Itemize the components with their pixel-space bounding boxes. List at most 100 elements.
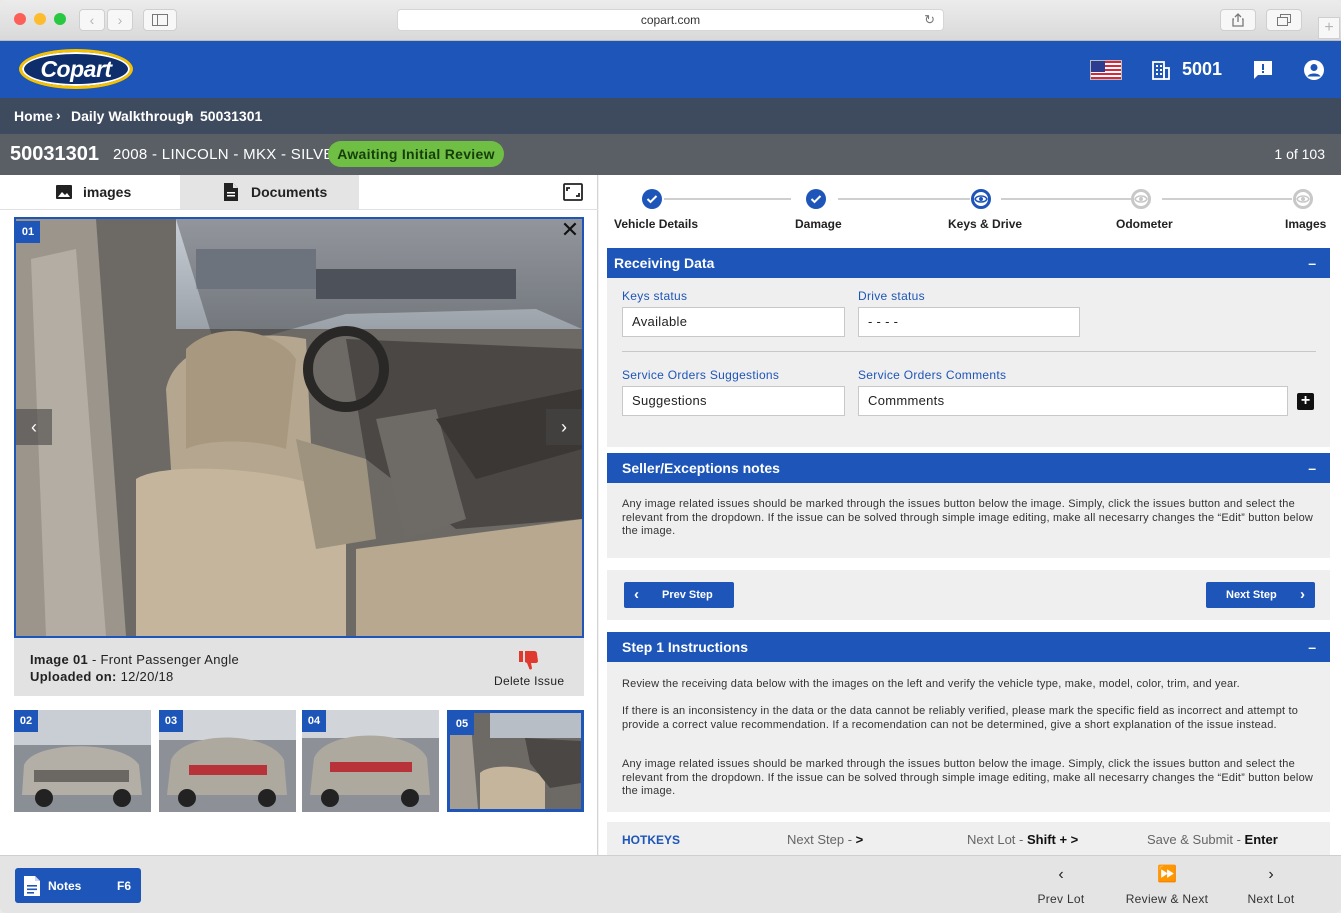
instructions-paragraph-3: Any image related issues should be marke… (622, 758, 1314, 797)
step-keys-drive-eye-icon[interactable] (971, 189, 991, 209)
tabs-overview-button[interactable] (1266, 9, 1302, 31)
fast-forward-icon: ⏩ (1157, 866, 1177, 883)
feedback-icon[interactable] (1251, 58, 1275, 82)
breadcrumb-daily-walkthrough[interactable]: Daily Walkthrough (71, 108, 193, 124)
zoom-window-button[interactable] (54, 13, 66, 25)
new-tab-button[interactable]: + (1318, 17, 1340, 39)
step-images-eye-icon[interactable] (1293, 189, 1313, 209)
check-icon (646, 195, 658, 204)
receiving-data-header[interactable]: Receiving Data – (607, 248, 1330, 278)
step-label-odometer[interactable]: Odometer (1116, 217, 1173, 231)
hotkey-next-step: Next Step - > (787, 832, 863, 847)
uploaded-value: 12/20/18 (116, 669, 174, 684)
instructions-section: Step 1 Instructions – Review the receivi… (607, 632, 1330, 812)
building-icon (1152, 61, 1170, 80)
step-vehicle-details-check-icon[interactable] (642, 189, 662, 209)
thumbnail-badge: 02 (14, 710, 38, 732)
thumbnail-04[interactable]: 04 (302, 710, 439, 812)
chevron-right-icon: › (186, 107, 191, 123)
step-label-keys-drive[interactable]: Keys & Drive (948, 217, 1022, 231)
reload-icon[interactable]: ↻ (924, 10, 935, 30)
step-label-vehicle-details[interactable]: Vehicle Details (614, 217, 698, 231)
prev-lot-label: Prev Lot (1037, 892, 1085, 906)
thumbs-down-icon[interactable] (518, 649, 540, 671)
collapse-icon[interactable]: – (1308, 632, 1316, 662)
hotkey-label: Save & Submit - (1147, 832, 1245, 847)
chevron-right-icon: › (56, 107, 61, 123)
comments-field[interactable]: Commments (858, 386, 1288, 416)
browser-back-button[interactable]: ‹ (79, 9, 105, 31)
collapse-icon[interactable]: – (1308, 248, 1316, 278)
breadcrumb: Home › Daily Walkthrough › 50031301 (0, 98, 1341, 134)
copart-logo[interactable]: Copart (19, 49, 133, 89)
eye-icon (974, 195, 988, 203)
next-step-button[interactable]: Next Step › (1206, 582, 1315, 608)
step-label-damage[interactable]: Damage (795, 217, 842, 231)
lot-position: 1 of 103 (1274, 146, 1325, 162)
previous-image-button[interactable]: ‹ (16, 409, 52, 445)
fullscreen-icon[interactable] (563, 183, 583, 201)
thumbnail-05[interactable]: 05 (447, 710, 584, 812)
notes-icon (24, 876, 40, 896)
breadcrumb-home[interactable]: Home (14, 108, 53, 124)
thumbnail-02[interactable]: 02 (14, 710, 151, 812)
app-window: ‹ › copart.com ↻ + Copart 5001 Home › Da… (0, 0, 1341, 913)
section-title: Step 1 Instructions (622, 639, 749, 655)
suggestions-field[interactable]: Suggestions (622, 386, 845, 416)
prev-step-button[interactable]: ‹ Prev Step (624, 582, 734, 608)
thumbnail-badge: 03 (159, 710, 183, 732)
lot-header: 50031301 2008 - LINCOLN - MKX - SILVER A… (0, 134, 1341, 175)
eye-icon (1296, 195, 1310, 203)
next-lot-label: Next Lot (1247, 892, 1295, 906)
drive-status-field[interactable]: - - - - (858, 307, 1080, 337)
image-info-bar: Image 01 - Front Passenger Angle Uploade… (14, 638, 584, 696)
review-panel: Vehicle Details Damage Keys & Drive Odom… (599, 175, 1341, 855)
thumbnail-badge: 04 (302, 710, 326, 732)
browser-forward-button[interactable]: › (107, 9, 133, 31)
stepper-connector (838, 198, 970, 200)
section-title: Seller/Exceptions notes (622, 460, 780, 476)
hotkey-label: Next Step - (787, 832, 856, 847)
add-comment-button[interactable]: + (1297, 393, 1314, 410)
step-damage-check-icon[interactable] (806, 189, 826, 209)
delete-issue-button[interactable]: Delete Issue (494, 674, 564, 688)
footer-bar: Notes F6 ‹ Prev Lot ⏩ Review & Next › Ne… (0, 855, 1341, 913)
stepper-connector (1001, 198, 1131, 200)
main-vehicle-image[interactable]: 01 ✕ ‹ › (14, 217, 584, 638)
tab-images[interactable]: images (0, 175, 180, 209)
check-icon (810, 195, 822, 204)
share-button[interactable] (1220, 9, 1256, 31)
account-icon[interactable] (1302, 58, 1326, 82)
instructions-paragraph-2: If there is an inconsistency in the data… (622, 705, 1299, 731)
hotkey-key: Enter (1244, 832, 1278, 847)
next-image-button[interactable]: › (546, 409, 582, 445)
prev-step-label: Prev Step (662, 589, 713, 601)
keys-status-field[interactable]: Available (622, 307, 845, 337)
review-next-button[interactable]: ⏩ Review & Next (1121, 864, 1213, 906)
instructions-paragraph-1: Review the receiving data below with the… (622, 678, 1240, 690)
sidebar-toggle-button[interactable] (143, 9, 177, 31)
step-odometer-eye-icon[interactable] (1131, 189, 1151, 209)
close-icon[interactable]: ✕ (560, 219, 580, 241)
instructions-header[interactable]: Step 1 Instructions – (607, 632, 1330, 662)
seller-notes-header[interactable]: Seller/Exceptions notes – (607, 453, 1330, 483)
document-icon (224, 183, 238, 201)
address-bar[interactable]: copart.com ↻ (397, 9, 944, 31)
collapse-icon[interactable]: – (1308, 453, 1316, 483)
receiving-data-section: Receiving Data – Keys status Available D… (607, 248, 1330, 447)
comments-label: Service Orders Comments (858, 368, 1007, 382)
tab-images-label: images (83, 184, 132, 200)
vehicle-description: 2008 - LINCOLN - MKX - SILVER (113, 146, 345, 163)
tab-documents[interactable]: Documents (180, 175, 359, 209)
close-window-button[interactable] (14, 13, 26, 25)
next-lot-button[interactable]: › Next Lot (1231, 864, 1311, 906)
seller-notes-section: Seller/Exceptions notes – Any image rela… (607, 453, 1330, 558)
us-flag-icon[interactable] (1090, 60, 1122, 80)
chevron-right-icon: › (1268, 866, 1274, 883)
step-label-images[interactable]: Images (1285, 217, 1326, 231)
minimize-window-button[interactable] (34, 13, 46, 25)
thumbnail-03[interactable]: 03 (159, 710, 296, 812)
yard-number[interactable]: 5001 (1182, 59, 1222, 80)
notes-button[interactable]: Notes F6 (15, 868, 141, 903)
prev-lot-button[interactable]: ‹ Prev Lot (1021, 864, 1101, 906)
